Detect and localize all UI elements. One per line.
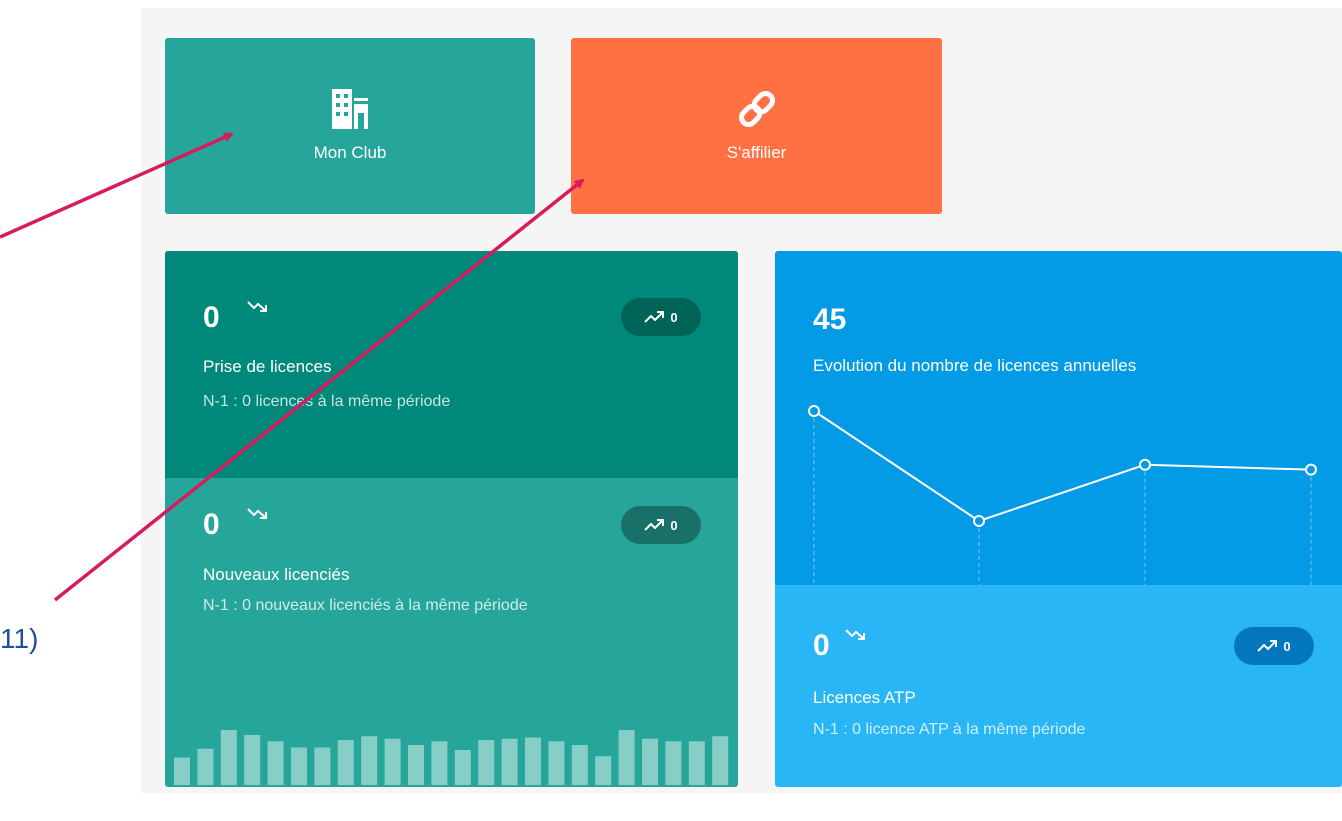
trending-up-icon (644, 519, 665, 531)
sparkline-bar (618, 730, 635, 785)
saffilier-tile[interactable]: S'affilier (571, 38, 942, 214)
atp-trend-badge: 0 (1234, 627, 1314, 665)
nouveaux-subtitle: N-1 : 0 nouveaux licenciés à la même pér… (203, 597, 528, 614)
licences-atp-section: 0 0 Licences ATP N-1 : 0 licence ATP à l… (775, 585, 1342, 787)
sparkline-bar (688, 741, 705, 785)
sparkline-bar (665, 741, 682, 785)
prise-de-licences-section: 0 0 Prise de licences N-1 : 0 licences à… (165, 251, 738, 478)
trending-up-icon (1257, 640, 1278, 652)
prise-badge-value: 0 (670, 309, 678, 325)
nouveaux-value: 0 (203, 508, 220, 541)
atp-subtitle: N-1 : 0 licence ATP à la même période (813, 721, 1086, 738)
sparkline-bar (712, 736, 729, 785)
trending-down-icon (247, 301, 267, 312)
sparkline-bar (501, 738, 518, 785)
sparkline-bar (571, 745, 588, 785)
line-chart-point (1305, 463, 1317, 476)
licences-card: 0 0 Prise de licences N-1 : 0 licences à… (165, 251, 738, 787)
sparkline-bar (408, 745, 424, 785)
prise-trend-badge: 0 (621, 298, 701, 336)
sparkline-bar (291, 747, 307, 785)
evolution-card: 45 Evolution du nombre de licences annue… (775, 251, 1342, 787)
sparkline-bar (244, 735, 261, 785)
sparkline-bar (525, 737, 541, 785)
atp-badge-value: 0 (1283, 638, 1291, 654)
evolution-line-chart (808, 405, 1317, 585)
trending-up-icon (644, 311, 665, 323)
line-chart-series (813, 410, 1312, 523)
sparkline-bar (384, 738, 401, 785)
sparkline-bar (431, 741, 448, 785)
line-chart-point (808, 405, 820, 417)
sparkline-bar (642, 738, 658, 785)
licences-sparkline (174, 730, 729, 785)
sparkline-bar (478, 740, 495, 785)
building-icon (332, 89, 368, 129)
sparkline-bar (595, 756, 612, 785)
sparkline-bar (197, 748, 214, 785)
link-icon (738, 91, 775, 127)
sparkline-bar (361, 736, 378, 785)
sparkline-bar (314, 747, 331, 785)
sparkline-bar (337, 740, 354, 785)
nouveaux-trend-badge: 0 (621, 506, 701, 544)
sparkline-bar (267, 741, 284, 785)
prise-title: Prise de licences (203, 357, 332, 376)
mon-club-label: Mon Club (313, 143, 387, 162)
trending-down-icon (845, 629, 865, 640)
sparkline-bar (454, 750, 471, 785)
nouveaux-title: Nouveaux licenciés (203, 565, 350, 584)
atp-value: 0 (813, 629, 830, 662)
trending-down-icon (247, 508, 267, 519)
nouveaux-badge-value: 0 (670, 517, 678, 533)
sparkline-bar (548, 741, 565, 785)
sparkline-bar (220, 730, 237, 785)
sparkline-bar (174, 757, 190, 785)
saffilier-label: S'affilier (726, 143, 787, 162)
nouveaux-licencies-section: 0 0 Nouveaux licenciés N-1 : 0 nouveaux … (165, 478, 738, 787)
mon-club-tile[interactable]: Mon Club (165, 38, 535, 214)
line-chart-point (973, 515, 985, 527)
evolution-section: 45 Evolution du nombre de licences annue… (775, 251, 1342, 585)
prise-subtitle: N-1 : 0 licences à la même période (203, 393, 451, 410)
atp-title: Licences ATP (813, 688, 916, 707)
prise-value: 0 (203, 301, 220, 334)
line-chart-point (1139, 458, 1151, 471)
annotation-label: 11) (0, 623, 39, 654)
